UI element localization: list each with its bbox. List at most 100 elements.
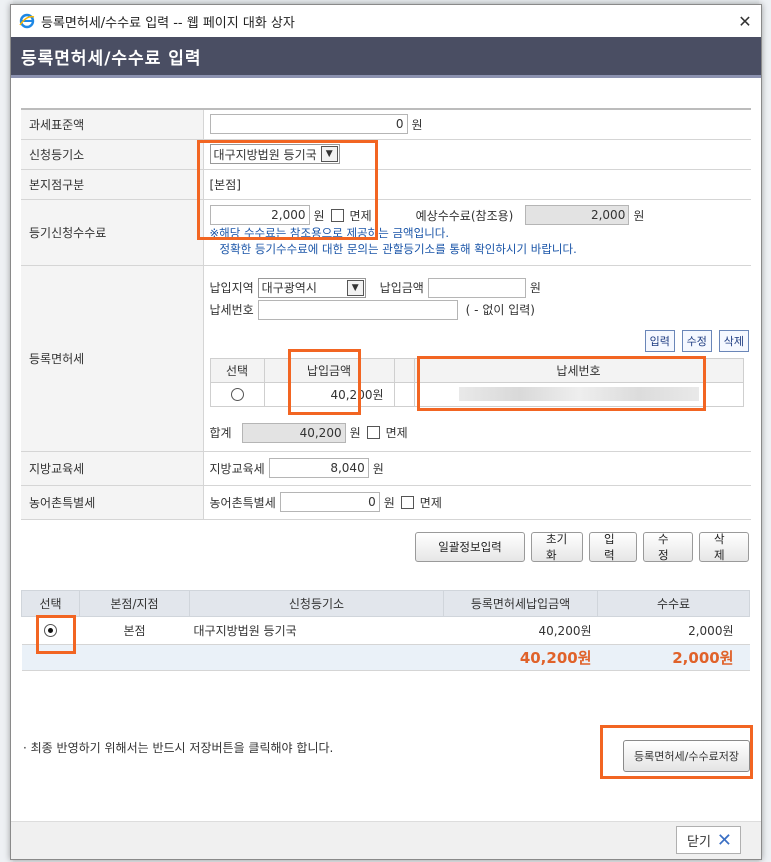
expected-fee-unit: 원 [633, 208, 645, 223]
window-title: 등록면허세/수수료 입력 -- 웹 페이지 대화 상자 [41, 15, 295, 31]
sum-exempt-checkbox[interactable] [366, 426, 380, 439]
rural-tax-input[interactable] [279, 492, 380, 512]
sum-exempt-label: 면제 [385, 426, 408, 440]
total-fee: 2,000원 [672, 648, 734, 667]
taxno-input[interactable] [257, 299, 458, 320]
amount-label: 납입금액 [379, 281, 424, 295]
fee-exempt-checkbox[interactable] [330, 208, 344, 222]
taxno-hint: ( - 없이 입력) [465, 303, 535, 317]
save-button[interactable]: 등록면허세/수수료저장 [623, 740, 750, 772]
main-content: 과세표준액 원 신청등기소 대구지방법원 등기국 ▼ [11, 78, 761, 671]
summary-table: 선택 본점/지점 신청등기소 등록면허세납입금액 수수료 본점 대구지방법원 등… [21, 589, 750, 671]
list-row-radio[interactable] [44, 624, 57, 637]
col-select: 선택 [209, 357, 265, 383]
rural-tax-cell: 농어촌특별세 원 면제 [203, 485, 751, 520]
list-select-cell [21, 616, 80, 645]
row-fee: 등기신청수수료 원 면제 예상수수료(참조용) 원 ※해당 수수료는 참조용으로… [21, 199, 751, 266]
close-icon[interactable]: ✕ [729, 5, 761, 37]
branch-cell: [본점] [203, 169, 751, 200]
taxno-label: 납세번호 [209, 303, 254, 317]
fee-exempt-label: 면제 [349, 208, 372, 223]
fee-input[interactable] [209, 205, 310, 225]
delete-button[interactable]: 삭제 [699, 531, 749, 562]
row-radio[interactable] [230, 388, 244, 401]
list-tax: 40,200원 [443, 616, 598, 645]
redacted-taxno [458, 387, 699, 402]
chevron-down-icon[interactable]: ▼ [320, 146, 338, 162]
edit-button[interactable]: 수정 [643, 531, 693, 562]
amount-unit: 원 [529, 281, 541, 295]
ie-browser-icon [19, 13, 35, 29]
sum-unit: 원 [349, 426, 361, 440]
total-row: 40,200원 2,000원 [21, 644, 750, 671]
license-edit-button[interactable]: 수정 [681, 329, 712, 352]
fee-cell: 원 면제 예상수수료(참조용) 원 ※해당 수수료는 참조용으로 제공하는 금액… [203, 199, 751, 266]
list-col-branch: 본점/지점 [79, 589, 190, 617]
input-button[interactable]: 입력 [589, 531, 637, 562]
tax-base-label: 과세표준액 [21, 108, 204, 140]
edu-tax-input[interactable] [268, 458, 369, 478]
table-row: 40,200원 [209, 381, 744, 407]
rural-tax-unit: 원 [383, 495, 395, 510]
rural-exempt-label: 면제 [419, 495, 442, 510]
list-fee: 2,000원 [597, 616, 750, 645]
col-amount: 납입금액 [263, 357, 395, 383]
close-button[interactable]: 닫기 ✕ [675, 826, 741, 854]
row-rural-tax: 농어촌특별세 농어촌특별세 원 면제 [21, 485, 751, 520]
edu-tax-unit: 원 [372, 461, 384, 476]
table-row[interactable]: 본점 대구지방법원 등기국 40,200원 2,000원 [21, 616, 750, 645]
region-selected: 대구광역시 [261, 281, 317, 295]
titlebar: 등록면허세/수수료 입력 -- 웹 페이지 대화 상자 ✕ [11, 5, 761, 37]
row-license-tax: 등록면허세 납입지역 대구광역시 ▼ 납입금액 원 납세번호 (- 없이 입력… [21, 265, 751, 452]
expected-fee-label: 예상수수료(참조용) [415, 208, 514, 223]
close-label: 닫기 [686, 834, 711, 850]
action-buttons: 일괄정보입력 초기화 입력 수정 삭제 [21, 531, 751, 562]
license-tax-table: 선택 납입금액 납세번호 40,200원 [209, 357, 744, 407]
registry-cell: 대구지방법원 등기국 ▼ [203, 139, 751, 170]
rural-tax-inner-label: 농어촌특별세 [209, 495, 276, 510]
list-registry: 대구지방법원 등기국 [189, 616, 444, 645]
row-select-cell [209, 381, 265, 407]
col-taxno: 납세번호 [413, 357, 744, 383]
tax-base-input[interactable] [209, 114, 408, 135]
edu-tax-inner-label: 지방교육세 [209, 461, 265, 476]
row-edu-tax: 지방교육세 지방교육세 원 [21, 451, 751, 486]
close-icon: ✕ [716, 829, 732, 851]
license-delete-button[interactable]: 삭제 [718, 329, 749, 352]
row-taxno [413, 381, 744, 407]
license-input-button[interactable]: 입력 [644, 329, 675, 352]
row-amount: 40,200원 [263, 381, 395, 407]
license-tax-label: 등록면허세 [21, 265, 204, 452]
registry-selected: 대구지방법원 등기국 [213, 147, 317, 162]
list-branch: 본점 [79, 616, 190, 645]
dialog-footer: 닫기 ✕ [11, 821, 761, 859]
list-col-fee: 수수료 [597, 589, 750, 617]
page-title: 등록면허세/수수료 입력 [11, 37, 761, 75]
reset-button[interactable]: 초기화 [531, 531, 583, 562]
total-tax: 40,200원 [519, 648, 592, 667]
edu-tax-label: 지방교육세 [21, 451, 204, 486]
row-tax-base: 과세표준액 원 [21, 108, 751, 140]
license-tax-cell: 납입지역 대구광역시 ▼ 납입금액 원 납세번호 ( - 없이 입력) 입력 수… [203, 265, 751, 452]
rural-exempt-checkbox[interactable] [400, 495, 414, 509]
region-select[interactable]: 대구광역시 ▼ [257, 277, 366, 298]
list-col-tax: 등록면허세납입금액 [443, 589, 598, 617]
dialog-window: 등록면허세/수수료 입력 -- 웹 페이지 대화 상자 ✕ 등록면허세/수수료 … [10, 4, 762, 860]
branch-label: 본지점구분 [21, 169, 204, 200]
fee-unit: 원 [313, 208, 325, 223]
expected-fee-input [525, 205, 630, 225]
form-table: 과세표준액 원 신청등기소 대구지방법원 등기국 ▼ [21, 108, 751, 520]
fee-label: 등기신청수수료 [21, 199, 204, 266]
save-note: · 최종 반영하기 위해서는 반드시 저장버튼을 클릭해야 합니다. [23, 741, 334, 755]
list-col-registry: 신청등기소 [189, 589, 444, 617]
chevron-down-icon[interactable]: ▼ [346, 279, 364, 296]
list-col-select: 선택 [21, 589, 80, 617]
region-label: 납입지역 [209, 281, 254, 295]
batch-input-button[interactable]: 일괄정보입력 [415, 531, 525, 562]
row-spacer [393, 381, 415, 407]
branch-value: [본점] [209, 177, 241, 192]
registry-select[interactable]: 대구지방법원 등기국 ▼ [209, 144, 340, 164]
amount-input[interactable] [427, 277, 526, 298]
tax-base-cell: 원 [203, 108, 751, 140]
row-registry: 신청등기소 대구지방법원 등기국 ▼ [21, 139, 751, 170]
